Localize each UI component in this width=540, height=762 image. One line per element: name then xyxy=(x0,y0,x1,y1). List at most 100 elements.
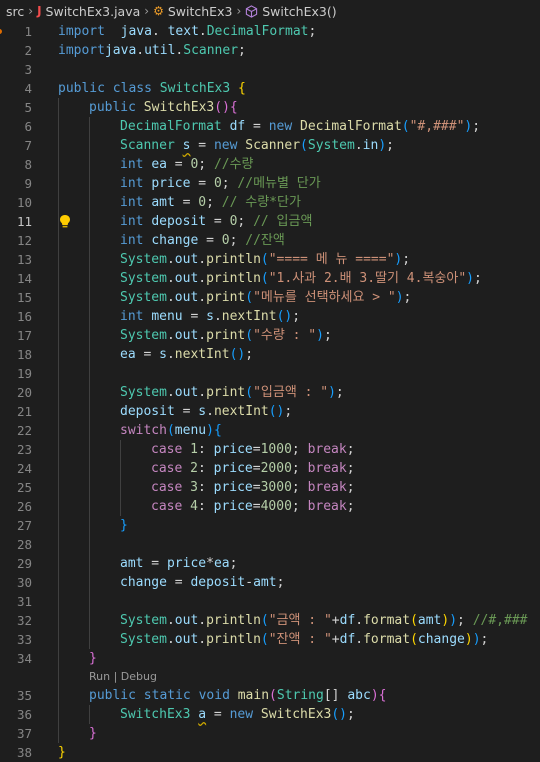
code-text: int price = 0; //메뉴별 단가 xyxy=(120,174,321,193)
line-number: 28 xyxy=(16,537,32,552)
code-token: . xyxy=(213,309,222,324)
code-token: deposit xyxy=(120,404,175,419)
code-token: ( xyxy=(245,385,254,400)
code-token: import xyxy=(58,24,105,39)
codelens-run-debug[interactable]: Run | Debug xyxy=(0,668,540,686)
code-line[interactable]: 7 Scanner s = new Scanner(System.in); xyxy=(0,136,540,155)
code-text: int change = 0; //잔액 xyxy=(120,231,285,250)
code-line[interactable]: 15 System.out.print("메뉴를 선택하세요 > "); xyxy=(0,288,540,307)
code-line[interactable]: 24 case 2: price=2000; break; xyxy=(0,459,540,478)
code-line[interactable]: 1 import java. text.DecimalFormat; xyxy=(0,22,540,41)
indent-guide xyxy=(58,705,59,724)
code-line[interactable]: 9 int price = 0; //메뉴별 단가 xyxy=(0,174,540,193)
code-line[interactable]: 20 System.out.print("입금액 : "); xyxy=(0,383,540,402)
code-line[interactable]: 3 xyxy=(0,60,540,79)
code-line[interactable]: 31 xyxy=(0,592,540,611)
code-line[interactable]: 12 int change = 0; //잔액 xyxy=(0,231,540,250)
code-line[interactable]: 16 int menu = s.nextInt(); xyxy=(0,307,540,326)
code-line[interactable]: 14 System.out.println("1.사과 2.배 3.딸기 4.복숭… xyxy=(0,269,540,288)
indent-guide xyxy=(89,231,90,250)
code-token: print xyxy=(206,290,246,305)
line-number: 9 xyxy=(24,176,32,191)
code-line[interactable]: 28 xyxy=(0,535,540,554)
code-token: java xyxy=(120,24,152,39)
code-line[interactable]: 11 int deposit = 0; // 입금액 xyxy=(0,212,540,231)
code-token: } xyxy=(120,518,128,533)
code-line[interactable]: 38} xyxy=(0,743,540,762)
breadcrumb-file[interactable]: J SwitchEx3.java xyxy=(37,4,140,19)
code-token: deposit xyxy=(151,214,207,229)
code-line[interactable]: 32 System.out.println("금액 : "+df.format(a… xyxy=(0,611,540,630)
line-number: 38 xyxy=(16,745,32,760)
code-token: = xyxy=(190,176,214,191)
code-token: ; xyxy=(346,461,355,476)
code-line[interactable]: 10 int amt = 0; // 수량*단가 xyxy=(0,193,540,212)
line-number: 17 xyxy=(16,328,32,343)
code-line[interactable]: 37} xyxy=(0,724,540,743)
code-token: main xyxy=(237,688,270,703)
code-text: ea = s.nextInt(); xyxy=(120,345,253,364)
codelens-label[interactable]: Run | Debug xyxy=(89,668,157,686)
code-token: 0 xyxy=(221,233,230,248)
indent-guide xyxy=(58,592,59,611)
indent-guide xyxy=(58,668,59,686)
code-token: println xyxy=(206,632,261,647)
code-line[interactable]: 36 SwitchEx3 a = new SwitchEx3(); xyxy=(0,705,540,724)
code-line[interactable]: 30 change = deposit-amt; xyxy=(0,573,540,592)
breadcrumb-method[interactable]: SwitchEx3() xyxy=(245,4,337,19)
code-line[interactable]: 34} xyxy=(0,649,540,668)
code-line[interactable]: 2 importjava.util.Scanner; xyxy=(0,41,540,60)
code-text: importjava.util.Scanner; xyxy=(58,41,246,60)
code-line[interactable]: 17 System.out.print("수량 : "); xyxy=(0,326,540,345)
indent-guide xyxy=(58,459,59,478)
indent-guide xyxy=(89,705,90,724)
indent-guide xyxy=(89,250,90,269)
code-line[interactable]: 33 System.out.println("잔액 : "+df.format(c… xyxy=(0,630,540,649)
code-line[interactable]: 13 System.out.println("==== 메 뉴 ===="); xyxy=(0,250,540,269)
code-line[interactable]: 4 public class SwitchEx3 { xyxy=(0,79,540,98)
code-token: ; xyxy=(229,556,238,571)
code-token: in xyxy=(362,138,379,153)
code-line[interactable]: 8 int ea = 0; //수량 xyxy=(0,155,540,174)
code-token: ; xyxy=(221,176,238,191)
indent-guide xyxy=(89,497,90,516)
indent-guide xyxy=(89,611,90,630)
line-number: 11 xyxy=(16,214,32,229)
code-token: nextInt xyxy=(221,309,277,324)
code-token: amt xyxy=(253,575,277,590)
code-line[interactable]: 5 public SwitchEx3(){ xyxy=(0,98,540,117)
code-line[interactable]: 35 public static void main(String[] abc){ xyxy=(0,686,540,705)
code-token: . xyxy=(355,632,364,647)
code-line[interactable]: 26 case 4: price=4000; break; xyxy=(0,497,540,516)
indent-guide xyxy=(58,98,59,117)
code-token: ; xyxy=(474,271,482,286)
code-token: out xyxy=(174,328,199,343)
code-token: ea xyxy=(213,556,230,571)
code-token: class xyxy=(112,81,152,96)
code-line[interactable]: 25 case 3: price=3000; break; xyxy=(0,478,540,497)
code-token: System xyxy=(120,385,167,400)
code-token: s xyxy=(206,309,214,324)
code-editor[interactable]: 1 import java. text.DecimalFormat; 2 import… xyxy=(0,22,540,762)
code-line[interactable]: 6 DecimalFormat df = new DecimalFormat("#… xyxy=(0,117,540,136)
breadcrumb-folder[interactable]: src xyxy=(6,4,24,19)
code-line[interactable]: 18 ea = s.nextInt(); xyxy=(0,345,540,364)
code-line[interactable]: 23 case 1: price=1000; break; xyxy=(0,440,540,459)
indent-guide xyxy=(89,592,90,611)
code-line[interactable]: 29 amt = price*ea; xyxy=(0,554,540,573)
code-token: ; xyxy=(276,575,285,590)
code-token: public xyxy=(89,688,136,703)
code-line[interactable]: 27} xyxy=(0,516,540,535)
breadcrumb-class[interactable]: ⚙ SwitchEx3 xyxy=(153,4,232,19)
code-line[interactable]: 21 deposit = s.nextInt(); xyxy=(0,402,540,421)
code-line[interactable]: 19 xyxy=(0,364,540,383)
code-token: void xyxy=(198,688,230,703)
code-token: ea xyxy=(151,157,167,172)
code-token: out xyxy=(174,632,199,647)
code-token: ) xyxy=(395,290,404,305)
code-text: System.out.println("==== 메 뉴 ===="); xyxy=(120,250,410,269)
indent-guide xyxy=(58,345,59,364)
code-line[interactable]: 22 switch(menu){ xyxy=(0,421,540,440)
code-token: . xyxy=(166,271,175,286)
